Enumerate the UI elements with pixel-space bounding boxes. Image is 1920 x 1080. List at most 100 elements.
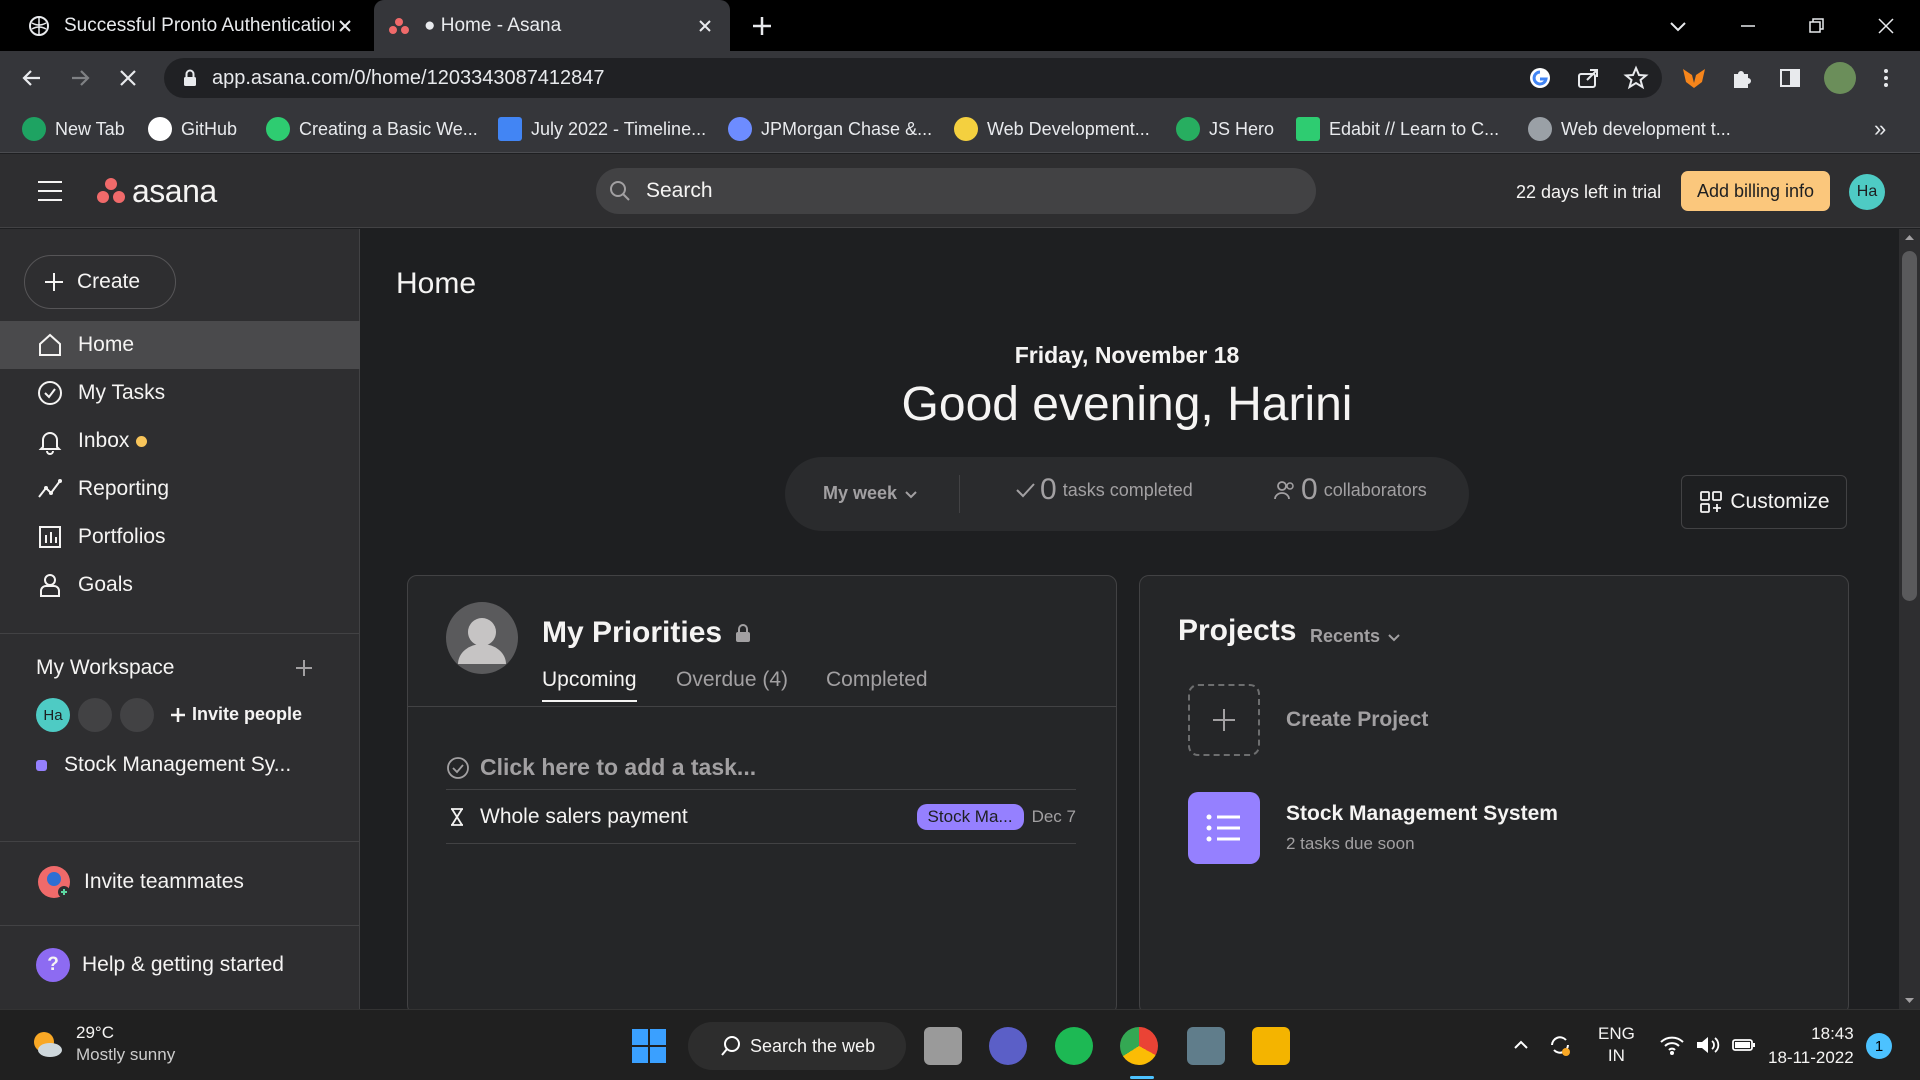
my-priorities-card: My Priorities Upcoming Overdue (4) Compl… (407, 575, 1117, 1015)
sidebar-item-my-tasks[interactable]: My Tasks (0, 369, 360, 417)
project-list-icon[interactable] (1188, 792, 1260, 864)
asana-logo[interactable]: asana (96, 172, 217, 209)
create-button[interactable]: Create (24, 255, 176, 309)
back-arrow-icon[interactable] (18, 64, 46, 92)
spotify-icon[interactable] (1055, 1027, 1093, 1065)
portfolio-icon (39, 526, 61, 548)
help-button[interactable]: ? Help & getting started (36, 948, 284, 982)
battery-icon[interactable] (1731, 1034, 1757, 1056)
add-billing-button[interactable]: Add billing info (1681, 171, 1830, 211)
bookmark-web-development[interactable]: Web Development... (954, 115, 1150, 143)
address-bar[interactable]: app.asana.com/0/home/1203343087412847 (164, 58, 1662, 98)
file-explorer-icon[interactable] (1252, 1027, 1290, 1065)
bookmark-creating-basic[interactable]: Creating a Basic We... (266, 115, 478, 143)
close-icon[interactable] (694, 15, 716, 37)
extensions-puzzle-icon[interactable] (1728, 64, 1756, 92)
member-avatar[interactable]: Ha (36, 698, 70, 732)
volume-icon[interactable] (1695, 1034, 1721, 1056)
tab-completed[interactable]: Completed (826, 668, 928, 700)
new-tab-plus-icon[interactable] (748, 12, 776, 40)
project-name[interactable]: Stock Management System (1286, 802, 1558, 826)
bookmark-label: July 2022 - Timeline... (531, 118, 707, 139)
add-task-input[interactable]: Click here to add a task... (446, 746, 1076, 790)
taskbar-search[interactable]: Search the web (688, 1022, 906, 1070)
tab-upcoming[interactable]: Upcoming (542, 668, 637, 702)
bookmark-july-timeline[interactable]: July 2022 - Timeline... (498, 115, 706, 143)
bookmark-label: JS Hero (1209, 118, 1275, 139)
language-indicator[interactable]: ENG IN (1598, 1023, 1635, 1067)
sidebar-item-reporting[interactable]: Reporting (0, 465, 360, 513)
profile-avatar-icon[interactable] (1824, 62, 1856, 94)
add-project-plus-icon[interactable] (292, 656, 316, 680)
bookmark-github[interactable]: GitHub (148, 115, 237, 143)
my-priorities-title[interactable]: My Priorities (542, 616, 752, 650)
customize-button[interactable]: Customize (1681, 475, 1847, 529)
period-dropdown[interactable]: My week (823, 483, 919, 504)
create-project-label[interactable]: Create Project (1286, 708, 1428, 732)
tab-label: Successful Pronto Authentication (64, 14, 334, 36)
more-bookmarks-chevron-icon[interactable]: » (1874, 115, 1886, 143)
search-input[interactable]: Search (596, 168, 1316, 214)
hamburger-menu-icon[interactable] (36, 179, 64, 203)
teams-chat-icon[interactable] (989, 1027, 1027, 1065)
task-row[interactable]: Whole salers payment Stock Ma... Dec 7 (446, 790, 1076, 844)
bell-icon (38, 432, 62, 455)
task-due-date[interactable]: Dec 7 (1032, 807, 1076, 827)
bookmark-jpmorgan[interactable]: JPMorgan Chase &... (728, 115, 932, 143)
task-project-badge[interactable]: Stock Ma... (916, 803, 1024, 830)
sidebar-item-goals[interactable]: Goals (0, 561, 360, 609)
restore-icon[interactable] (1802, 12, 1830, 40)
card-title[interactable]: Projects (1178, 614, 1296, 648)
side-panel-icon[interactable] (1776, 64, 1804, 92)
sync-icon[interactable] (1546, 1031, 1574, 1059)
scroll-down-arrow-icon[interactable] (1899, 993, 1920, 1009)
task-view-icon[interactable] (924, 1027, 962, 1065)
star-bookmark-icon[interactable] (1622, 64, 1650, 92)
scroll-thumb[interactable] (1902, 251, 1917, 601)
stop-loading-icon[interactable] (114, 64, 142, 92)
invite-people-button[interactable]: Invite people (170, 704, 302, 725)
bookmark-web-dev-t[interactable]: Web development t... (1528, 115, 1731, 143)
task-name[interactable]: Whole salers payment (480, 805, 917, 829)
bookmark-edabit[interactable]: Edabit // Learn to C... (1296, 115, 1499, 143)
tab-overdue[interactable]: Overdue (4) (676, 668, 788, 700)
chrome-icon[interactable] (1120, 1027, 1158, 1065)
forward-arrow-icon[interactable] (66, 64, 94, 92)
google-icon[interactable] (1526, 64, 1554, 92)
minimize-icon[interactable] (1734, 12, 1762, 40)
camera-icon[interactable] (1187, 1027, 1225, 1065)
notification-badge[interactable]: 1 (1866, 1033, 1892, 1059)
create-project-button[interactable] (1188, 684, 1260, 756)
hourglass-icon[interactable] (446, 806, 468, 828)
chevron-up-icon[interactable] (1510, 1034, 1532, 1056)
avatar[interactable]: Ha (1849, 174, 1885, 210)
sidebar-item-portfolios[interactable]: Portfolios (0, 513, 360, 561)
clock[interactable]: 18:43 18-11-2022 (1768, 1022, 1854, 1070)
metamask-fox-icon[interactable] (1680, 64, 1708, 92)
sidebar-item-inbox[interactable]: Inbox (0, 417, 360, 465)
close-window-icon[interactable] (1872, 12, 1900, 40)
tab-pronto[interactable]: Successful Pronto Authentication (14, 0, 370, 51)
scroll-up-arrow-icon[interactable] (1899, 229, 1920, 245)
sidebar-item-home[interactable]: Home (0, 321, 360, 369)
sidebar-project-item[interactable]: Stock Management Sy... (36, 753, 291, 777)
avatar[interactable] (446, 602, 518, 674)
bookmark-new-tab[interactable]: New Tab (22, 115, 125, 143)
windows-start-icon[interactable] (630, 1027, 668, 1065)
close-icon[interactable] (334, 15, 356, 37)
bookmark-js-hero[interactable]: JS Hero (1176, 115, 1274, 143)
weather-widget[interactable]: 29°C Mostly sunny (28, 1022, 175, 1066)
recents-dropdown[interactable]: Recents (1310, 626, 1402, 647)
invite-teammates-button[interactable]: Invite teammates (36, 864, 244, 900)
tab-asana-home[interactable]: ● Home - Asana (374, 0, 730, 51)
checkmark-icon (1016, 483, 1035, 498)
tab-search-chevron-icon[interactable] (1664, 12, 1692, 40)
workspace-title[interactable]: My Workspace (36, 656, 174, 680)
scrollbar[interactable] (1899, 229, 1920, 1009)
search-icon (610, 181, 630, 201)
wifi-icon[interactable] (1659, 1034, 1685, 1056)
share-icon[interactable] (1574, 64, 1602, 92)
more-vertical-icon[interactable] (1872, 64, 1900, 92)
asana-dots-icon (97, 178, 125, 203)
logo-text: asana (132, 172, 217, 209)
